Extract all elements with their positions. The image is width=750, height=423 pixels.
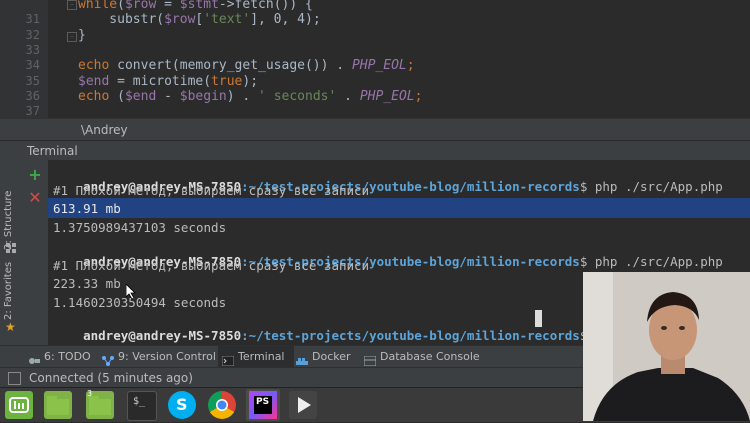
tab-todo[interactable]: 6: TODO	[28, 346, 98, 368]
mouse-pointer-icon	[125, 283, 137, 304]
code-token: echo	[78, 58, 110, 73]
terminal-icon	[221, 352, 235, 367]
code-token: convert(memory_get_usage()) .	[109, 58, 352, 73]
presenter-image	[583, 272, 750, 421]
code-token: ->fetch()) {	[218, 0, 313, 12]
media-player-icon[interactable]	[289, 391, 317, 419]
tab-terminal[interactable]: Terminal	[218, 346, 294, 368]
line-number: 35	[25, 74, 40, 88]
line-number: 31	[25, 12, 40, 26]
code-line: $end = microtime(true);	[78, 74, 258, 89]
phpstorm-icon[interactable]: PS	[246, 389, 280, 421]
plus-icon[interactable]: +	[28, 167, 42, 183]
code-token: $end	[78, 74, 110, 89]
fold-marker-icon[interactable]: −	[67, 32, 77, 42]
left-tool-stripe: 2: Structure 2: Favorites ★	[0, 160, 22, 345]
database-icon	[363, 352, 377, 367]
code-token: PHP_EOL	[359, 89, 415, 104]
fold-marker-icon[interactable]: −	[67, 0, 77, 10]
code-line: while($row = $stmt->fetch()) {	[78, 0, 313, 12]
tab-label: 6: TODO	[44, 350, 91, 363]
line-number: 37	[25, 104, 40, 118]
terminal-output-line: #1 Плохой метод, выбираем сразу все запи…	[53, 183, 370, 198]
code-token: -	[156, 89, 180, 104]
code-token: while	[78, 0, 118, 12]
tab-label: Database Console	[380, 350, 480, 363]
code-token: ], 0, 4);	[250, 12, 321, 27]
star-icon: ★	[5, 320, 16, 334]
code-line: echo convert(memory_get_usage()) . PHP_E…	[78, 58, 415, 73]
code-token: );	[242, 74, 259, 89]
terminal-title: Terminal	[27, 144, 78, 158]
command-text: $ php ./src/App.php	[579, 254, 723, 269]
code-token: =	[156, 0, 180, 12]
code-token: .	[336, 89, 360, 104]
code-token: $row	[164, 12, 196, 27]
code-line: substr($row['text'], 0, 4);	[78, 12, 321, 27]
favorites-tab-label: 2: Favorites	[3, 261, 14, 320]
code-line: }	[78, 28, 86, 43]
code-token: (	[117, 0, 125, 12]
line-number: 34	[25, 58, 40, 72]
terminal-output-line: 1.1460230350494 seconds	[53, 295, 227, 310]
line-number: 36	[25, 89, 40, 103]
breadcrumb[interactable]: \Andrey	[81, 123, 128, 137]
mint-menu-icon[interactable]	[5, 391, 33, 419]
code-token: $row	[124, 0, 157, 12]
code-line: echo ($end - $begin) . ' seconds' . PHP_…	[78, 89, 422, 104]
code-token: true	[211, 74, 243, 89]
terminal-output-line: #1 Плохой метод, выбираем сразу все запи…	[53, 258, 370, 273]
favorites-tab[interactable]: 2: Favorites	[3, 262, 14, 320]
vcs-icon	[102, 352, 114, 366]
tab-label: Docker	[312, 350, 351, 363]
code-token: }	[78, 28, 86, 43]
code-token: $begin	[179, 89, 227, 104]
webcam-overlay	[583, 272, 750, 421]
code-token: $end	[124, 89, 157, 104]
code-token: ;	[406, 58, 415, 73]
line-number-gutter: 31 32 33 34 35 36 37	[0, 0, 48, 118]
tab-version-control[interactable]: 9: Version Control	[102, 346, 216, 368]
terminal-output-line: 613.91 mb	[53, 201, 121, 216]
tab-database-console[interactable]: Database Console	[363, 346, 480, 368]
code-token: PHP_EOL	[351, 58, 407, 73]
code-token: ) .	[226, 89, 259, 104]
todo-icon	[28, 352, 40, 364]
terminal-output-line: 223.33 mb	[53, 276, 121, 291]
code-token: (	[109, 89, 125, 104]
code-token: = microtime(	[109, 74, 212, 89]
tab-docker[interactable]: Docker	[296, 346, 358, 368]
chrome-icon[interactable]	[208, 391, 236, 419]
phpstorm-label: PS	[256, 397, 270, 407]
code-editor[interactable]: 31 32 33 34 35 36 37 − − while($row = $s…	[0, 0, 750, 118]
code-token: ' seconds'	[258, 89, 337, 104]
window-count-badge: 3	[87, 389, 93, 398]
code-token: $stmt	[179, 0, 219, 12]
prompt-user: andrey@andrey-MS-7850	[83, 328, 242, 343]
prompt-path: :~/test-projects/youtube-blog/million-re…	[241, 328, 580, 343]
docker-icon	[296, 352, 308, 365]
terminal-cursor	[535, 310, 542, 327]
terminal-header: Terminal	[0, 140, 750, 162]
files-3-icon[interactable]: 3	[86, 389, 114, 419]
tab-label: 9: Version Control	[118, 350, 216, 363]
line-number: 32	[25, 28, 40, 42]
structure-icon	[6, 238, 16, 253]
terminal-output-line: 1.3750989437103 seconds	[53, 220, 227, 235]
panel-toggle-icon[interactable]	[8, 372, 21, 385]
skype-icon[interactable]: S	[168, 391, 196, 419]
command-text: $ php ./src/App.php	[579, 179, 723, 194]
terminal-toolbar: + ✕	[22, 160, 49, 345]
tab-label: Terminal	[238, 350, 285, 363]
code-token: echo	[78, 89, 110, 104]
line-number: 33	[25, 43, 40, 57]
files-icon[interactable]	[44, 391, 72, 419]
close-icon[interactable]: ✕	[28, 190, 42, 206]
terminal-app-icon[interactable]: $_	[127, 391, 157, 421]
breadcrumb-bar: \Andrey	[0, 118, 750, 141]
code-token: 'text'	[203, 12, 251, 27]
status-text: Connected (5 minutes ago)	[29, 371, 193, 385]
code-token: ;	[414, 89, 423, 104]
code-token: substr(	[78, 12, 165, 27]
